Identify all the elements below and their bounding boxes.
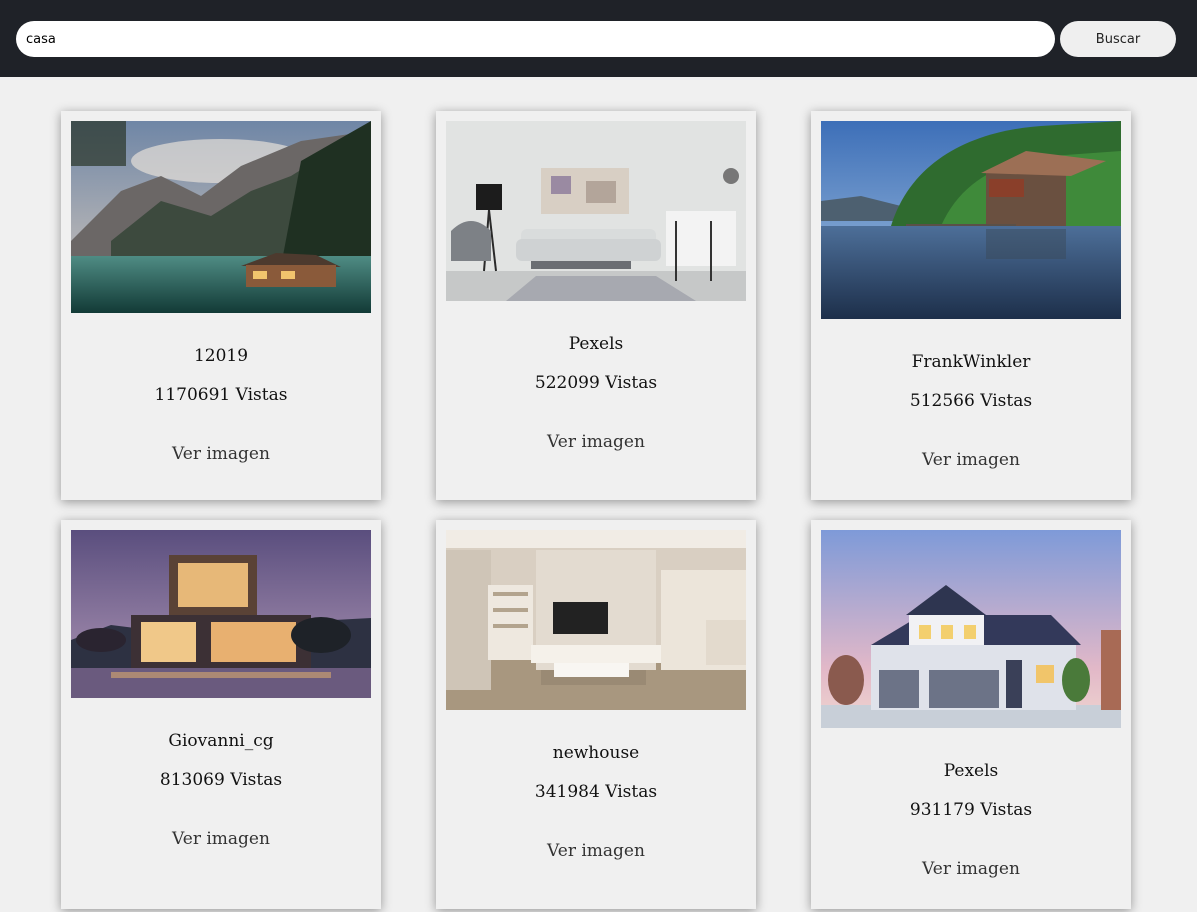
- image-card: FrankWinkler 512566 Vistas Ver imagen: [811, 111, 1131, 500]
- top-bar: Buscar: [0, 0, 1197, 77]
- view-count: 813069 Vistas: [159, 770, 283, 790]
- view-count: 931179 Vistas: [909, 800, 1033, 820]
- image-thumbnail[interactable]: [821, 121, 1121, 319]
- author-name: FrankWinkler: [911, 352, 1031, 372]
- image-thumbnail[interactable]: [446, 530, 746, 710]
- image-card: newhouse 341984 Vistas Ver imagen: [436, 520, 756, 909]
- search-button[interactable]: Buscar: [1060, 21, 1176, 57]
- image-card: Giovanni_cg 813069 Vistas Ver imagen: [61, 520, 381, 909]
- view-image-link[interactable]: Ver imagen: [436, 432, 756, 452]
- view-image-link[interactable]: Ver imagen: [61, 829, 381, 849]
- author-name: Pexels: [943, 761, 999, 781]
- view-image-link[interactable]: Ver imagen: [61, 444, 381, 464]
- image-thumbnail[interactable]: [446, 121, 746, 301]
- author-name: newhouse: [552, 743, 640, 763]
- view-image-link[interactable]: Ver imagen: [811, 450, 1131, 470]
- view-image-link[interactable]: Ver imagen: [436, 841, 756, 861]
- view-count: 1170691 Vistas: [154, 385, 288, 405]
- view-count: 522099 Vistas: [534, 373, 658, 393]
- image-card: 12019 1170691 Vistas Ver imagen: [61, 111, 381, 500]
- view-image-link[interactable]: Ver imagen: [811, 859, 1131, 879]
- image-thumbnail[interactable]: [821, 530, 1121, 728]
- image-card: Pexels 931179 Vistas Ver imagen: [811, 520, 1131, 909]
- image-thumbnail[interactable]: [71, 121, 371, 313]
- author-name: Giovanni_cg: [168, 731, 274, 751]
- image-card: Pexels 522099 Vistas Ver imagen: [436, 111, 756, 500]
- search-input[interactable]: [16, 21, 1055, 57]
- view-count: 512566 Vistas: [909, 391, 1033, 411]
- image-thumbnail[interactable]: [71, 530, 371, 698]
- author-name: Pexels: [568, 334, 624, 354]
- author-name: 12019: [193, 346, 249, 366]
- view-count: 341984 Vistas: [534, 782, 658, 802]
